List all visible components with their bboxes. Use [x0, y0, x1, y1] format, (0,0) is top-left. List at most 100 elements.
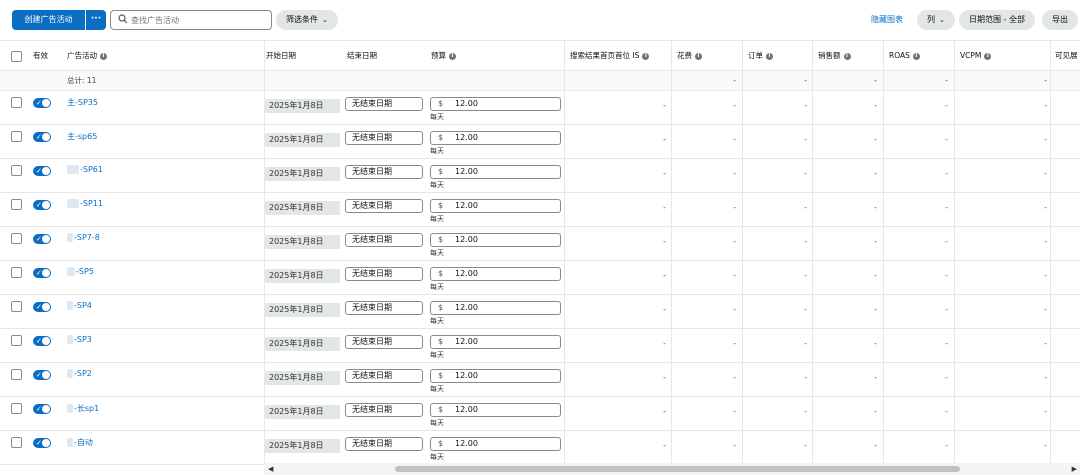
campaign-name-link[interactable]: -SP7-8 [67, 233, 100, 242]
row-checkbox[interactable] [11, 165, 22, 176]
col-orders[interactable]: 订单 i [748, 41, 773, 70]
campaign-name-link[interactable]: -SP2 [67, 369, 92, 378]
toggle-on-icon[interactable]: ✓ [33, 98, 51, 108]
columns-button[interactable]: 列 ⌄ [917, 10, 955, 30]
start-date-field: 2025年1月8日 [265, 405, 340, 419]
metric-orders: - [804, 305, 807, 314]
toggle-on-icon[interactable]: ✓ [33, 302, 51, 312]
info-icon[interactable]: i [642, 52, 650, 60]
end-date-field[interactable]: 无结束日期 [345, 131, 423, 145]
hide-chart-link[interactable]: 隐藏图表 [871, 14, 903, 25]
info-icon[interactable]: i [695, 52, 702, 60]
toggle-on-icon[interactable]: ✓ [33, 370, 51, 380]
col-viewable[interactable]: 可见展 [1055, 41, 1078, 70]
end-date-field[interactable]: 无结束日期 [345, 335, 423, 349]
row-checkbox[interactable] [11, 131, 22, 142]
end-date-field[interactable]: 无结束日期 [345, 301, 423, 315]
info-icon[interactable]: i [984, 52, 992, 60]
row-checkbox[interactable] [11, 97, 22, 108]
toggle-on-icon[interactable]: ✓ [33, 438, 51, 448]
end-date-field[interactable]: 无结束日期 [345, 165, 423, 179]
info-icon[interactable]: i [843, 52, 851, 60]
campaign-name-link[interactable]: -SP11 [67, 199, 103, 208]
horizontal-scrollbar[interactable]: ◀ ▶ [264, 463, 1080, 475]
scrollbar-thumb[interactable] [395, 466, 960, 472]
campaign-name-link[interactable]: -长sp1 [67, 403, 99, 414]
row-checkbox[interactable] [11, 369, 22, 380]
end-date-field[interactable]: 无结束日期 [345, 403, 423, 417]
col-roas[interactable]: ROAS i [889, 41, 920, 70]
budget-input[interactable]: $12.00 [430, 131, 561, 145]
row-checkbox[interactable] [11, 267, 22, 278]
budget-input[interactable]: $12.00 [430, 301, 561, 315]
search-input[interactable] [131, 13, 266, 27]
scroll-right-icon[interactable]: ▶ [1072, 463, 1077, 475]
col-vcpm[interactable]: VCPM i [960, 41, 992, 70]
info-icon[interactable]: i [100, 52, 107, 60]
end-date-field[interactable]: 无结束日期 [345, 233, 423, 247]
metric-spend: - [733, 101, 736, 110]
end-date-field[interactable]: 无结束日期 [345, 199, 423, 213]
budget-period: 每天 [430, 385, 444, 393]
budget-input[interactable]: $12.00 [430, 267, 561, 281]
row-checkbox[interactable] [11, 403, 22, 414]
campaign-name-link[interactable]: 主-sp65 [67, 131, 97, 142]
campaign-name-link[interactable]: -SP61 [67, 165, 103, 174]
campaign-name: -SP11 [80, 199, 103, 208]
row-checkbox[interactable] [11, 233, 22, 244]
col-sales[interactable]: 销售额 i [818, 41, 851, 70]
toggle-on-icon[interactable]: ✓ [33, 132, 51, 142]
campaign-name-link[interactable]: -SP5 [67, 267, 94, 276]
campaign-name-link[interactable]: 主-SP35 [67, 97, 98, 108]
col-spend[interactable]: 花费 i [677, 41, 702, 70]
toggle-on-icon[interactable]: ✓ [33, 268, 51, 278]
row-checkbox[interactable] [11, 335, 22, 346]
end-date-field[interactable]: 无结束日期 [345, 97, 423, 111]
budget-period: 每天 [430, 113, 444, 121]
metric-sales: - [874, 373, 877, 382]
toggle-on-icon[interactable]: ✓ [33, 166, 51, 176]
info-icon[interactable]: i [766, 52, 773, 60]
campaign-name: -SP2 [74, 369, 92, 378]
scroll-left-icon[interactable]: ◀ [268, 463, 273, 475]
toggle-on-icon[interactable]: ✓ [33, 234, 51, 244]
col-budget[interactable]: 预算 i [431, 41, 456, 70]
toggle-on-icon[interactable]: ✓ [33, 200, 51, 210]
budget-value: 12.00 [455, 201, 478, 210]
col-active[interactable]: 有效 [33, 41, 48, 70]
filter-button[interactable]: 筛选条件 ⌄ [276, 10, 338, 30]
row-checkbox[interactable] [11, 199, 22, 210]
row-checkbox[interactable] [11, 301, 22, 312]
col-end-date[interactable]: 结束日期 [347, 41, 377, 70]
campaign-name-link[interactable]: -SP3 [67, 335, 92, 344]
metric-roas: - [945, 407, 948, 416]
col-vcpm-label: VCPM [960, 51, 982, 60]
row-checkbox[interactable] [11, 437, 22, 448]
end-date-field[interactable]: 无结束日期 [345, 437, 423, 451]
end-date-field[interactable]: 无结束日期 [345, 369, 423, 383]
export-button[interactable]: 导出 [1042, 10, 1078, 30]
toggle-on-icon[interactable]: ✓ [33, 404, 51, 414]
end-date-field[interactable]: 无结束日期 [345, 267, 423, 281]
col-top-of-search[interactable]: 搜索结果首页首位 IS i [570, 41, 650, 70]
info-icon[interactable]: i [449, 52, 456, 60]
budget-input[interactable]: $12.00 [430, 335, 561, 349]
more-options-button[interactable]: ··· [86, 10, 106, 30]
info-icon[interactable]: i [912, 52, 920, 60]
create-campaign-button[interactable]: 创建广告活动 [12, 10, 86, 30]
budget-input[interactable]: $12.00 [430, 97, 561, 111]
campaign-name-link[interactable]: -SP4 [67, 301, 92, 310]
campaign-name-link[interactable]: -自动 [67, 437, 93, 448]
budget-input[interactable]: $12.00 [430, 165, 561, 179]
budget-input[interactable]: $12.00 [430, 369, 561, 383]
date-range-button[interactable]: 日期范围 - 全部 [959, 10, 1035, 30]
toggle-on-icon[interactable]: ✓ [33, 336, 51, 346]
budget-input[interactable]: $12.00 [430, 233, 561, 247]
col-campaign[interactable]: 广告活动 i [67, 41, 107, 70]
budget-input[interactable]: $12.00 [430, 403, 561, 417]
budget-input[interactable]: $12.00 [430, 199, 561, 213]
budget-input[interactable]: $12.00 [430, 437, 561, 451]
col-start-date[interactable]: 开始日期 [266, 41, 296, 70]
select-all-checkbox[interactable] [11, 51, 22, 62]
metric-top-of-search: - [663, 169, 666, 178]
